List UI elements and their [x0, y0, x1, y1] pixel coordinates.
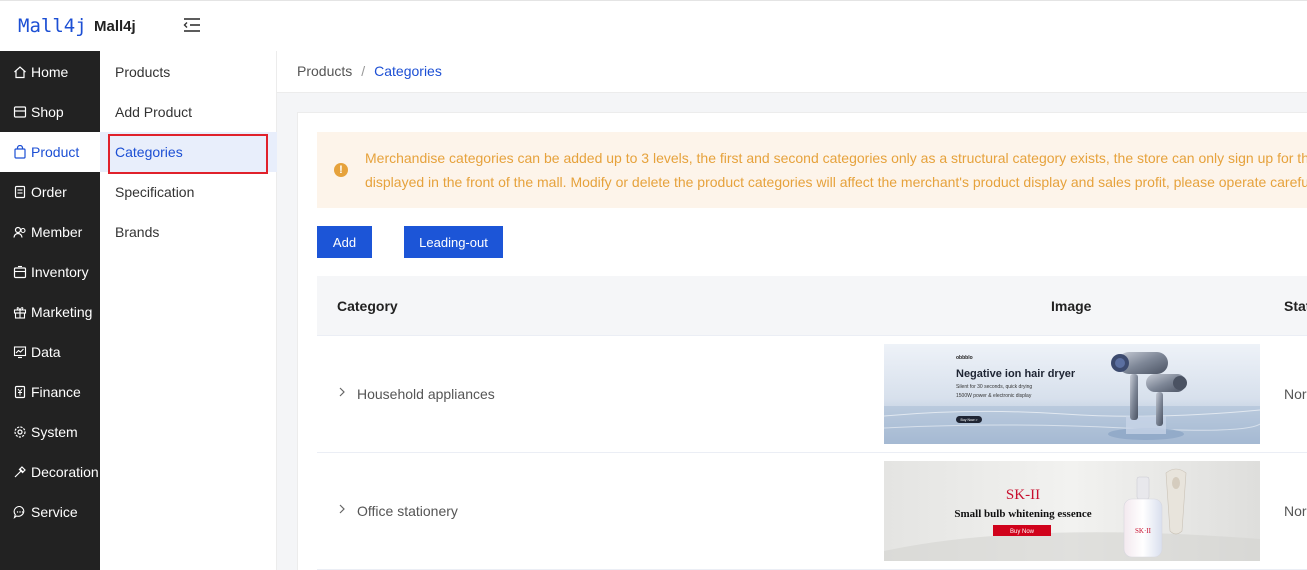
subnav-item-specification[interactable]: Specification [100, 172, 277, 212]
sidebar-item-marketing[interactable]: Marketing [0, 292, 100, 332]
sidebar-item-decoration[interactable]: Decoration [0, 452, 100, 492]
category-name: Office stationery [357, 503, 458, 519]
ad-cta: Buy Now [1010, 529, 1035, 535]
breadcrumb-current: Categories [374, 63, 442, 79]
menu-fold-icon[interactable] [183, 17, 201, 33]
status-text: Normal [1284, 386, 1307, 402]
svg-text:SK·II: SK·II [1135, 527, 1152, 535]
chevron-right-icon[interactable] [337, 503, 347, 515]
warning-notice: ! Merchandise categories can be added up… [317, 132, 1307, 208]
sidebar-item-label: Service [31, 504, 78, 520]
main-sidebar: Home Shop Product Order Member Inventory… [0, 51, 100, 570]
inventory-icon [13, 265, 27, 279]
gear-icon [14, 426, 26, 438]
chart-icon [13, 346, 27, 359]
home-icon [14, 66, 26, 79]
chat-icon [13, 505, 25, 519]
notice-text: Merchandise categories can be added up t… [365, 146, 1307, 194]
subnav-item-products[interactable]: Products [100, 52, 277, 92]
sidebar-item-home[interactable]: Home [0, 52, 100, 92]
table-row[interactable]: Office stationery SK-II Small bulb white… [317, 453, 1307, 570]
ad-line-2: 1500W power & electronic display [956, 393, 1032, 399]
add-button[interactable]: Add [317, 226, 372, 258]
sidebar-item-member[interactable]: Member [0, 212, 100, 252]
shop-icon [13, 106, 27, 118]
sidebar-item-label: System [31, 424, 78, 440]
table-row[interactable]: Household appliances obbblo Negative ion… [317, 336, 1307, 453]
notice-line-2: displayed in the front of the mall. Modi… [365, 174, 1307, 190]
gift-icon [13, 307, 27, 319]
ad-brand: obbblo [956, 355, 973, 361]
sidebar-item-label: Marketing [31, 304, 93, 320]
export-button[interactable]: Leading-out [404, 226, 503, 258]
sidebar-item-product[interactable]: Product [0, 132, 100, 172]
table-header: Category Image Status [317, 276, 1307, 336]
sidebar-item-label: Inventory [31, 264, 89, 280]
sidebar-item-order[interactable]: Order [0, 172, 100, 212]
ad-title: Negative ion hair dryer [956, 368, 1076, 380]
sidebar-item-label: Data [31, 344, 61, 360]
column-header-image: Image [1051, 298, 1092, 314]
breadcrumb: Products / Categories [297, 63, 442, 79]
sidebar-item-shop[interactable]: Shop [0, 92, 100, 132]
notice-line-1: Merchandise categories can be added up t… [365, 150, 1307, 166]
sidebar-item-finance[interactable]: Finance [0, 372, 100, 412]
chevron-right-icon[interactable] [337, 386, 347, 398]
member-icon [13, 226, 26, 238]
sidebar-item-label: Member [31, 224, 83, 240]
subnav-item-categories[interactable]: Categories [100, 132, 277, 174]
subnav-item-brands[interactable]: Brands [100, 212, 277, 252]
decoration-icon [14, 466, 26, 478]
sidebar-item-service[interactable]: Service [0, 492, 100, 532]
sidebar-item-label: Order [31, 184, 67, 200]
category-name: Household appliances [357, 386, 495, 402]
sidebar-item-data[interactable]: Data [0, 332, 100, 372]
column-header-status: Status [1284, 298, 1307, 314]
category-image-skii: SK-II Small bulb whitening essence Buy N… [884, 461, 1260, 561]
subnav-item-add-product[interactable]: Add Product [100, 92, 277, 132]
warning-icon: ! [334, 163, 348, 177]
category-image-hair-dryer: obbblo Negative ion hair dryer Silent fo… [884, 344, 1260, 444]
ad-line-1: Silent for 30 seconds, quick drying [956, 384, 1032, 390]
ad-brand: SK-II [1006, 487, 1040, 503]
sidebar-item-label: Shop [31, 104, 64, 120]
logo: Mall4j [18, 15, 87, 37]
bag-icon [14, 145, 26, 159]
status-text: Normal [1284, 503, 1307, 519]
ad-cta: Buy Now > [960, 418, 977, 422]
order-icon [14, 185, 26, 199]
ad-title: Small bulb whitening essence [954, 508, 1091, 520]
sidebar-item-label: Finance [31, 384, 81, 400]
sidebar-item-inventory[interactable]: Inventory [0, 252, 100, 292]
sidebar-item-system[interactable]: System [0, 412, 100, 452]
sidebar-item-label: Home [31, 64, 69, 80]
sidebar-item-label: Product [31, 144, 80, 160]
column-header-category: Category [337, 298, 398, 314]
breadcrumb-parent[interactable]: Products [297, 63, 352, 79]
top-header: Mall4j Mall4j [0, 0, 1307, 51]
finance-icon [14, 385, 26, 399]
app-name: Mall4j [94, 18, 136, 35]
sidebar-item-label: Decoration [31, 464, 99, 480]
breadcrumb-separator: / [361, 63, 366, 79]
product-subnav: Products Add Product Categories Specific… [100, 51, 277, 570]
